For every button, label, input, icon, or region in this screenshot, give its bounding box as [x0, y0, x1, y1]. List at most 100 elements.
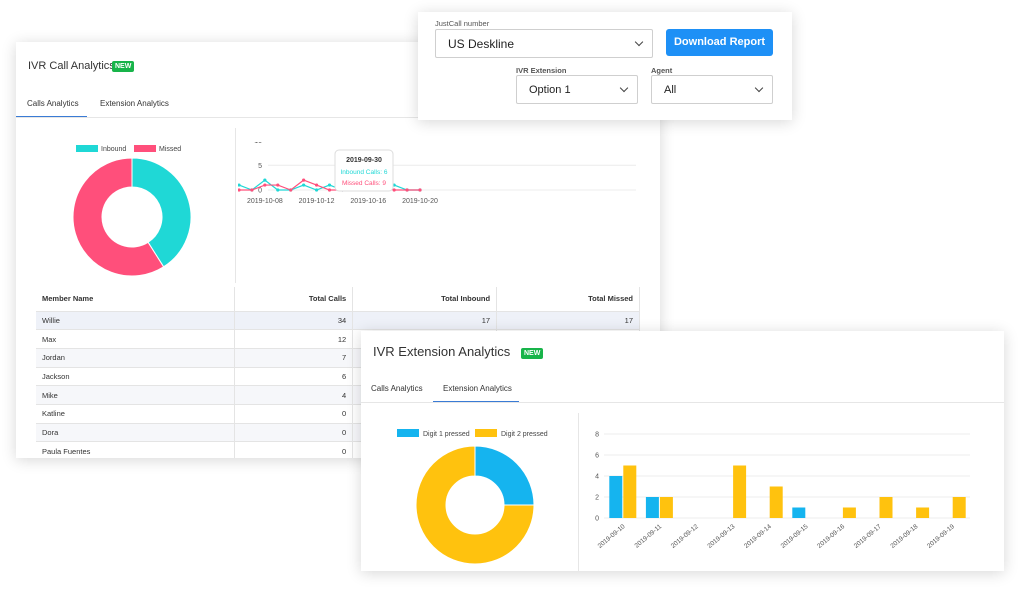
panel-divider	[578, 413, 579, 571]
justcall-number-value: US Deskline	[448, 37, 515, 51]
missed-point[interactable]	[238, 188, 241, 192]
inbound-point[interactable]	[314, 188, 319, 192]
inbound-point[interactable]	[302, 183, 306, 187]
ivr-extension-value: Option 1	[529, 84, 571, 96]
download-report-button[interactable]: Download Report	[666, 29, 773, 56]
digit-pressed-bar-chart: 024682019-09-10 2019-09-11 2019-09-12 2019-…	[595, 432, 970, 550]
member-name-cell: Jackson	[36, 367, 236, 387]
x-tick-label: 2019-10-20	[402, 198, 438, 205]
member-name-cell: Mike	[36, 385, 236, 405]
col-total-inbound[interactable]: Total Inbound	[352, 287, 498, 312]
legend-missed-label: Missed	[159, 146, 181, 153]
y-tick-label: 4	[595, 474, 599, 481]
x-tick-label: 2019-09-14	[743, 523, 773, 550]
total-calls-cell: 34	[234, 311, 354, 331]
digit1-bar[interactable]	[792, 507, 806, 519]
y-tick-label: 2	[595, 495, 599, 502]
total-inbound-cell: 17	[352, 311, 498, 331]
x-tick-label: 2019-09-10	[597, 523, 627, 550]
member-name-cell: Katline	[36, 404, 236, 424]
inbound-point[interactable]	[327, 183, 332, 187]
col-total-missed[interactable]: Total Missed	[496, 287, 640, 312]
x-tick-label: 2019-09-13	[706, 523, 736, 550]
legend-digit2-label: Digit 2 pressed	[501, 431, 548, 438]
total-calls-cell: 0	[234, 423, 354, 443]
missed-point[interactable]	[263, 183, 267, 187]
digit2-bar[interactable]	[659, 497, 673, 518]
missed-point[interactable]	[314, 183, 319, 187]
legend-inbound-label: Inbound	[101, 146, 126, 153]
digit2-bar[interactable]	[879, 497, 893, 518]
justcall-number-select[interactable]: US Deskline	[435, 29, 653, 58]
missed-point[interactable]	[276, 183, 280, 187]
tab-calls-analytics[interactable]: Calls Analytics	[371, 384, 423, 393]
total-calls-cell: 0	[234, 441, 354, 458]
tab-calls-analytics[interactable]: Calls Analytics	[27, 99, 79, 116]
ivr-title: IVR Call Analytics	[28, 60, 115, 72]
digit2-bar[interactable]	[733, 465, 747, 519]
missed-point[interactable]	[289, 188, 293, 192]
ivr-extension-select[interactable]: Option 1	[516, 75, 638, 104]
col-member-name[interactable]: Member Name	[36, 287, 236, 312]
member-name-cell: Jordan	[36, 348, 236, 368]
new-badge: NEW	[521, 348, 544, 359]
digit2-bar[interactable]	[842, 507, 856, 519]
table-header-row: Member Name Total Calls Total Inbound To…	[36, 287, 640, 312]
ivr-extension-label: IVR Extension	[516, 66, 567, 75]
missed-point[interactable]	[327, 188, 332, 192]
ivr-extension-analytics-card: IVR Extension Analytics NEW Calls Analyt…	[361, 331, 1004, 571]
x-tick-label: 2019-09-16	[816, 523, 846, 550]
digit2-bar[interactable]	[952, 497, 966, 518]
tab-extension-analytics[interactable]: Extension Analytics	[100, 99, 169, 108]
legend-digit1-swatch	[397, 429, 419, 437]
x-tick-label: 2019-09-18	[889, 523, 919, 550]
donut-slice-digit1[interactable]	[474, 445, 535, 506]
x-tick-label: 2019-09-12	[670, 523, 700, 550]
chevron-down-icon	[634, 37, 644, 47]
inbound-point[interactable]	[238, 183, 241, 187]
col-total-calls[interactable]: Total Calls	[234, 287, 354, 312]
digit1-bar[interactable]	[645, 497, 659, 518]
tab-extension-analytics[interactable]: Extension Analytics	[443, 384, 512, 393]
chevron-down-icon	[619, 83, 629, 93]
missed-point[interactable]	[302, 178, 306, 182]
inbound-missed-donut-chart: Inbound Missed	[72, 145, 192, 277]
digit2-bar[interactable]	[769, 486, 783, 519]
x-tick-label: 2019-10-12	[299, 198, 335, 205]
inbound-point[interactable]	[263, 178, 267, 182]
agent-label: Agent	[651, 66, 673, 75]
total-calls-cell: 6	[234, 367, 354, 387]
x-tick-label: 2019-09-11	[634, 523, 664, 550]
filter-panel: JustCall number US Deskline Download Rep…	[418, 12, 792, 120]
agent-value: All	[664, 84, 677, 96]
y-tick-label: 8	[595, 432, 599, 439]
x-tick-label: 2019-09-17	[853, 523, 883, 550]
tabs-divider	[361, 402, 1004, 403]
tooltip-date: 2019-09-30	[346, 157, 382, 164]
legend-digit1-label: Digit 1 pressed	[423, 431, 470, 438]
total-calls-cell: 0	[234, 404, 354, 424]
y-tick-label: 0	[258, 188, 262, 195]
agent-select[interactable]: All	[651, 75, 773, 104]
inbound-point[interactable]	[276, 188, 280, 192]
calls-line-chart: 051015202019-09-222019-09-262019-09-3020…	[238, 142, 636, 205]
digit1-bar[interactable]	[609, 476, 623, 518]
member-name-cell: Willie	[36, 311, 236, 331]
missed-point[interactable]	[405, 188, 409, 192]
x-tick-label: 2019-09-19	[926, 523, 956, 550]
x-tick-label: 2019-09-15	[780, 523, 810, 550]
member-name-cell: Dora	[36, 423, 236, 443]
justcall-number-label: JustCall number	[435, 19, 490, 28]
legend-missed-swatch	[134, 145, 156, 152]
digit2-bar[interactable]	[623, 465, 637, 519]
tooltip-inbound: Inbound Calls: 6	[341, 169, 388, 176]
chart-tooltip: 2019-09-30 Inbound Calls: 6 Missed Calls…	[334, 149, 394, 192]
chevron-down-icon	[754, 83, 764, 93]
y-tick-label: 0	[595, 516, 599, 523]
table-row[interactable]: Willie 34 17 17	[36, 311, 640, 331]
missed-point[interactable]	[418, 188, 422, 192]
member-name-cell: Paula Fuentes	[36, 441, 236, 458]
total-calls-cell: 4	[234, 385, 354, 405]
digit2-bar[interactable]	[916, 507, 930, 519]
missed-point[interactable]	[250, 188, 254, 192]
